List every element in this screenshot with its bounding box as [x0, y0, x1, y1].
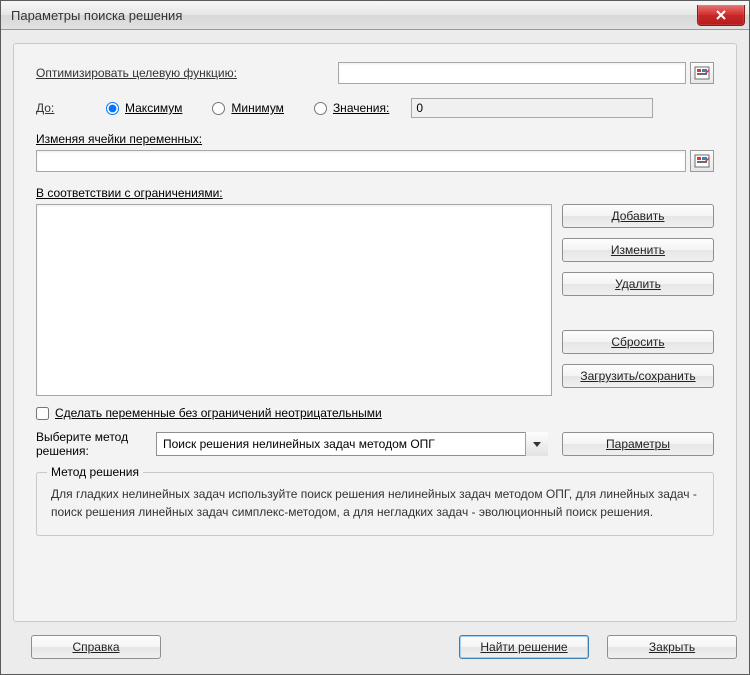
unconstrained-checkbox[interactable] [36, 407, 49, 420]
variables-input[interactable] [36, 150, 686, 172]
objective-label: Оптимизировать целевую функцию: [36, 66, 338, 80]
titlebar: Параметры поиска решения [1, 1, 749, 30]
method-select-value: Поиск решения нелинейных задач методом О… [156, 432, 548, 456]
solve-button[interactable]: Найти решение [459, 635, 589, 659]
window-title: Параметры поиска решения [11, 8, 182, 23]
radio-min[interactable]: Минимум [212, 101, 284, 115]
optimize-radio-group: Максимум Минимум Значения: [106, 98, 653, 118]
load-save-button[interactable]: Загрузить/сохранить [562, 364, 714, 388]
radio-min-input[interactable] [212, 102, 225, 115]
unconstrained-label: Сделать переменные без ограничений неотр… [55, 406, 382, 420]
to-label: До: [36, 101, 86, 115]
radio-max-input[interactable] [106, 102, 119, 115]
method-row: Выберите метод решения: Поиск решения не… [36, 430, 714, 458]
objective-refedit-button[interactable] [690, 62, 714, 84]
button-gap [562, 306, 714, 330]
to-row: До: Максимум Минимум Значения: [36, 98, 714, 118]
method-groupbox: Метод решения Для гладких нелинейных зад… [36, 472, 714, 536]
value-of-input[interactable] [411, 98, 653, 118]
objective-input[interactable] [338, 62, 686, 84]
refedit-icon [694, 154, 710, 168]
unconstrained-checkbox-row[interactable]: Сделать переменные без ограничений неотр… [36, 406, 714, 420]
bottom-bar: Справка Найти решение Закрыть [13, 632, 737, 662]
method-select[interactable]: Поиск решения нелинейных задач методом О… [156, 432, 548, 456]
constraints-area: Добавить Изменить Удалить Сбросить Загру… [36, 204, 714, 398]
help-button[interactable]: Справка [31, 635, 161, 659]
constraints-listbox[interactable] [36, 204, 552, 396]
objective-row: Оптимизировать целевую функцию: [36, 62, 714, 84]
constraints-label: В соответствии с ограничениями: [36, 186, 714, 200]
solver-dialog: Параметры поиска решения Оптимизировать … [0, 0, 750, 675]
change-button[interactable]: Изменить [562, 238, 714, 262]
params-button[interactable]: Параметры [562, 432, 714, 456]
variables-refedit-button[interactable] [690, 150, 714, 172]
constraints-buttons: Добавить Изменить Удалить Сбросить Загру… [562, 204, 714, 398]
main-panel: Оптимизировать целевую функцию: До: Макс… [13, 43, 737, 622]
add-button[interactable]: Добавить [562, 204, 714, 228]
radio-min-label: Минимум [231, 101, 284, 115]
delete-button[interactable]: Удалить [562, 272, 714, 296]
refedit-icon [694, 66, 710, 80]
window-close-button[interactable] [697, 5, 745, 26]
radio-value-label: Значения: [333, 101, 389, 115]
chevron-down-icon [525, 432, 548, 456]
method-groupbox-title: Метод решения [47, 465, 143, 479]
variables-row [36, 150, 714, 172]
close-icon [715, 10, 727, 20]
radio-max[interactable]: Максимум [106, 101, 182, 115]
close-button[interactable]: Закрыть [607, 635, 737, 659]
radio-value[interactable]: Значения: [314, 101, 389, 115]
method-description: Для гладких нелинейных задач используйте… [51, 485, 699, 521]
reset-button[interactable]: Сбросить [562, 330, 714, 354]
method-label: Выберите метод решения: [36, 430, 142, 458]
radio-value-input[interactable] [314, 102, 327, 115]
radio-max-label: Максимум [125, 101, 182, 115]
variables-label: Изменяя ячейки переменных: [36, 132, 714, 146]
